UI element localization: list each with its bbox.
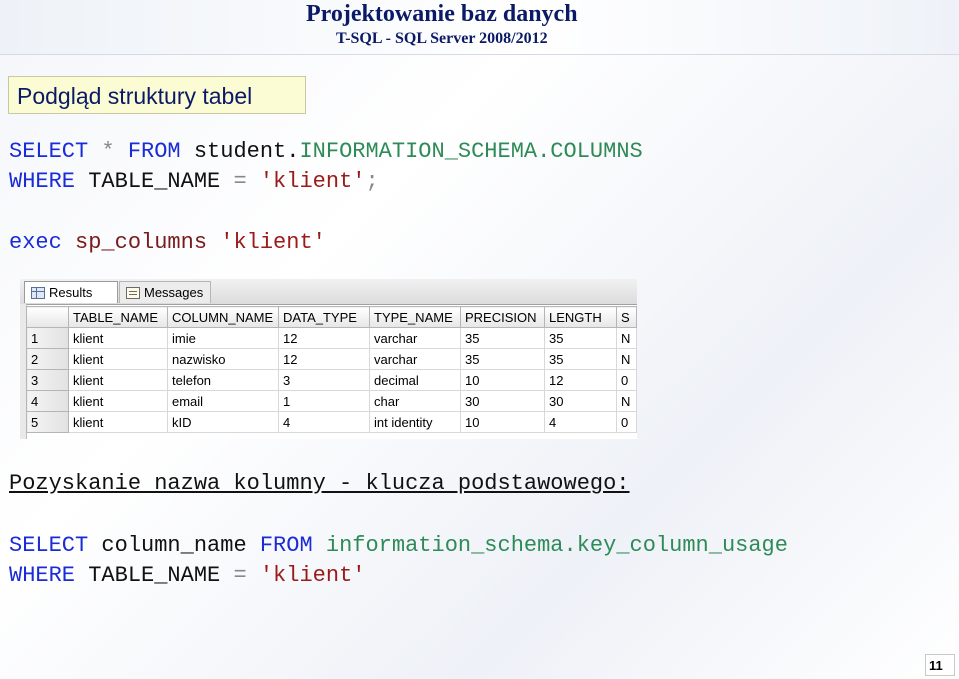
slide-title: Projektowanie baz danych xyxy=(306,1,578,27)
table-cell[interactable]: 3 xyxy=(278,369,370,391)
table-cell[interactable]: 1 xyxy=(278,390,370,412)
slide-subtitle: T-SQL - SQL Server 2008/2012 xyxy=(336,30,548,47)
table-cell[interactable]: 12 xyxy=(544,369,617,391)
row-number[interactable]: 2 xyxy=(26,348,69,370)
table-cell[interactable]: decimal xyxy=(369,369,461,391)
table-cell[interactable]: int identity xyxy=(369,411,461,433)
string-literal: 'klient' xyxy=(259,563,366,588)
table-cell[interactable]: 12 xyxy=(278,327,370,349)
table-cell[interactable]: N xyxy=(616,390,637,412)
table-cell[interactable]: klient xyxy=(68,411,168,433)
string-literal: 'klient' xyxy=(259,169,366,194)
schema-view: INFORMATION_SCHEMA.COLUMNS xyxy=(299,139,643,164)
table-cell[interactable]: klient xyxy=(68,390,168,412)
table-cell[interactable]: 35 xyxy=(460,348,545,370)
tab-label: Results xyxy=(49,285,93,300)
column-identifier: column_name xyxy=(101,533,247,558)
results-grid-panel: Results Messages TABLE_NAME COLUMN_NAME … xyxy=(20,279,637,439)
table-cell[interactable]: varchar xyxy=(369,327,461,349)
corner-cell[interactable] xyxy=(26,306,69,328)
table-cell[interactable]: char xyxy=(369,390,461,412)
table-row[interactable]: 2 klient nazwisko 12 varchar 35 35 N xyxy=(26,348,637,370)
column-identifier: TABLE_NAME xyxy=(88,563,221,588)
column-identifier: TABLE_NAME xyxy=(88,169,221,194)
column-header[interactable]: S xyxy=(616,306,637,328)
table-row[interactable]: 1 klient imie 12 varchar 35 35 N xyxy=(26,327,637,349)
table-cell[interactable]: 0 xyxy=(616,411,637,433)
column-header[interactable]: DATA_TYPE xyxy=(278,306,370,328)
keyword-where: WHERE xyxy=(9,563,76,588)
string-literal: 'klient' xyxy=(220,230,326,255)
table-cell[interactable]: klient xyxy=(68,327,168,349)
table-cell[interactable]: telefon xyxy=(167,369,279,391)
equals-operator: = xyxy=(233,169,247,194)
row-number[interactable]: 4 xyxy=(26,390,69,412)
grid-icon xyxy=(31,286,45,299)
results-tabbar: Results Messages xyxy=(20,279,637,305)
equals-operator: = xyxy=(233,563,247,588)
query3-line1: SELECT column_name FROM information_sche… xyxy=(9,531,788,561)
row-number[interactable]: 1 xyxy=(26,327,69,349)
keyword-select: SELECT xyxy=(9,139,89,164)
query1-line1: SELECT * FROM student.INFORMATION_SCHEMA… xyxy=(9,137,643,167)
table-cell[interactable]: 0 xyxy=(616,369,637,391)
table-cell[interactable]: 35 xyxy=(460,327,545,349)
column-header[interactable]: PRECISION xyxy=(460,306,545,328)
table-row[interactable]: 3 klient telefon 3 decimal 10 12 0 xyxy=(26,369,637,391)
table-cell[interactable]: 10 xyxy=(460,369,545,391)
query2-line: exec sp_columns 'klient' xyxy=(9,228,326,258)
semicolon: ; xyxy=(365,169,379,194)
page-number: 11 xyxy=(929,658,943,673)
section-label: Podgląd struktury tabel xyxy=(8,76,306,114)
keyword-from: FROM xyxy=(259,533,313,558)
table-cell[interactable]: 30 xyxy=(460,390,545,412)
messages-icon xyxy=(126,286,140,299)
slide-header: Projektowanie baz danych T-SQL - SQL Ser… xyxy=(0,0,959,55)
table-cell[interactable]: 4 xyxy=(544,411,617,433)
table-cell[interactable]: 4 xyxy=(278,411,370,433)
table-row[interactable]: 4 klient email 1 char 30 30 N xyxy=(26,390,637,412)
row-number[interactable]: 3 xyxy=(26,369,69,391)
column-header[interactable]: LENGTH xyxy=(544,306,617,328)
results-table: TABLE_NAME COLUMN_NAME DATA_TYPE TYPE_NA… xyxy=(26,306,637,433)
table-cell[interactable]: 35 xyxy=(544,348,617,370)
table-cell[interactable]: varchar xyxy=(369,348,461,370)
row-number[interactable]: 5 xyxy=(26,411,69,433)
tab-results[interactable]: Results xyxy=(24,281,118,303)
table-cell[interactable]: 35 xyxy=(544,327,617,349)
column-header[interactable]: TYPE_NAME xyxy=(369,306,461,328)
table-cell[interactable]: 10 xyxy=(460,411,545,433)
table-cell[interactable]: N xyxy=(616,327,637,349)
table-cell[interactable]: 12 xyxy=(278,348,370,370)
table-cell[interactable]: klient xyxy=(68,369,168,391)
header-row: TABLE_NAME COLUMN_NAME DATA_TYPE TYPE_NA… xyxy=(26,306,637,328)
query3-line2: WHERE TABLE_NAME = 'klient' xyxy=(9,561,365,591)
table-cell[interactable]: kID xyxy=(167,411,279,433)
tab-messages[interactable]: Messages xyxy=(119,281,211,303)
column-header[interactable]: COLUMN_NAME xyxy=(167,306,279,328)
table-row[interactable]: 5 klient kID 4 int identity 10 4 0 xyxy=(26,411,637,433)
table-cell[interactable]: N xyxy=(616,348,637,370)
procedure-name: sp_columns xyxy=(75,230,208,255)
star-operator: * xyxy=(101,139,115,164)
query1-line2: WHERE TABLE_NAME = 'klient'; xyxy=(9,167,379,197)
primary-key-heading: Pozyskanie nazwa kolumny - klucza podsta… xyxy=(9,471,630,496)
table-cell[interactable]: imie xyxy=(167,327,279,349)
keyword-where: WHERE xyxy=(9,169,76,194)
table-cell[interactable]: email xyxy=(167,390,279,412)
keyword-select: SELECT xyxy=(9,533,89,558)
keyword-from: FROM xyxy=(127,139,181,164)
table-cell[interactable]: 30 xyxy=(544,390,617,412)
database-name: student. xyxy=(193,139,300,164)
tab-label: Messages xyxy=(144,285,204,300)
schema-view: information_schema.key_column_usage xyxy=(325,533,788,558)
column-header[interactable]: TABLE_NAME xyxy=(68,306,168,328)
table-cell[interactable]: nazwisko xyxy=(167,348,279,370)
keyword-exec: exec xyxy=(9,230,62,255)
table-cell[interactable]: klient xyxy=(68,348,168,370)
